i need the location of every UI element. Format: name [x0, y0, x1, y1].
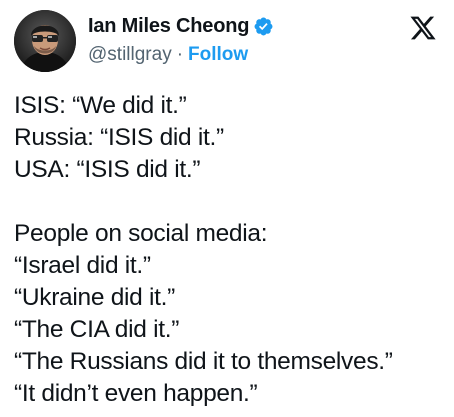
- avatar[interactable]: [14, 10, 76, 72]
- follow-button[interactable]: Follow: [188, 44, 248, 66]
- tweet-line: USA: “ISIS did it.”: [14, 156, 201, 183]
- avatar-photo-icon: [14, 10, 76, 72]
- tweet-card: Ian Miles Cheong @stillgray · Follow ISI…: [0, 0, 454, 417]
- tweet-line: “It didn’t even happen.”: [14, 380, 258, 407]
- tweet-line: “The CIA did it.”: [14, 316, 180, 343]
- name-row: Ian Miles Cheong: [88, 12, 274, 40]
- verified-badge-icon: [254, 17, 273, 35]
- tweet-header: Ian Miles Cheong @stillgray · Follow: [14, 10, 440, 74]
- display-name[interactable]: Ian Miles Cheong: [88, 15, 249, 38]
- handle[interactable]: @stillgray: [88, 44, 172, 66]
- separator-dot: ·: [176, 44, 184, 65]
- x-logo-icon[interactable]: [408, 14, 438, 42]
- tweet-line: ISIS: “We did it.”: [14, 92, 187, 119]
- tweet-line: “Israel did it.”: [14, 252, 151, 279]
- tweet-line: “Ukraine did it.”: [14, 284, 176, 311]
- author-info: Ian Miles Cheong @stillgray · Follow: [88, 12, 274, 68]
- handle-row: @stillgray · Follow: [88, 42, 274, 68]
- tweet-text: ISIS: “We did it.” Russia: “ISIS did it.…: [14, 90, 444, 410]
- tweet-line: People on social media:: [14, 220, 268, 247]
- tweet-line: “The Russians did it to themselves.”: [14, 348, 393, 375]
- tweet-line: Russia: “ISIS did it.”: [14, 124, 224, 151]
